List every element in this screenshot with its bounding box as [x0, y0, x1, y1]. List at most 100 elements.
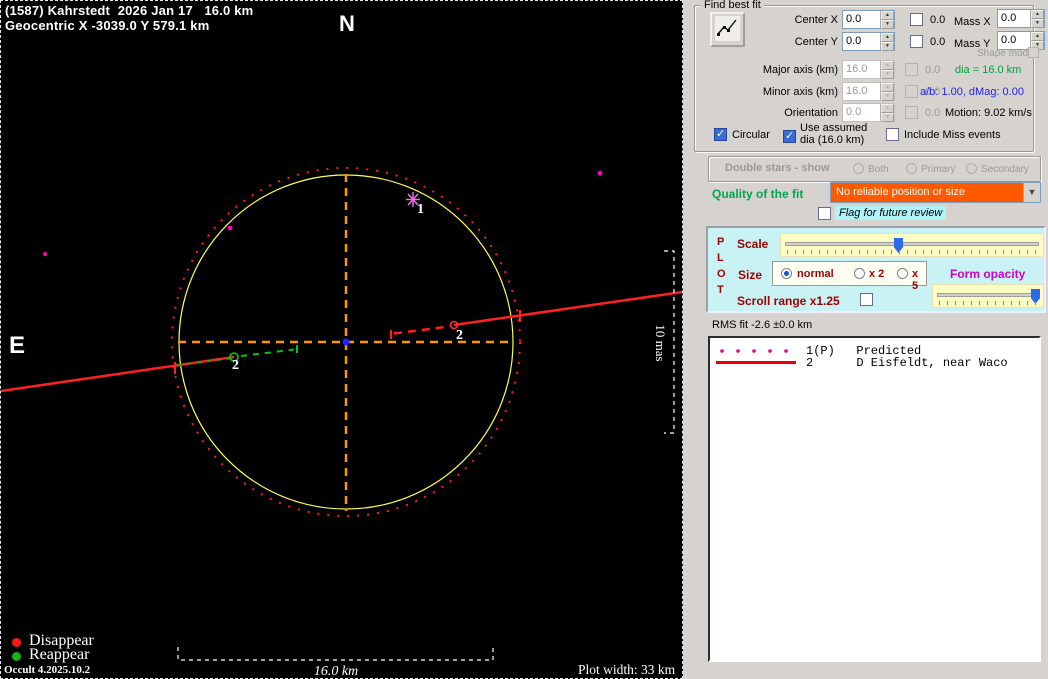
plot-title-line2: Geocentric X -3039.0 Y 579.1 km	[5, 18, 210, 33]
find-best-fit-button[interactable]	[710, 12, 745, 47]
center-y-fix-checkbox[interactable]	[910, 35, 923, 48]
plot-controls-panel: P L O T Scale Size normal x 2 x 5 Form o…	[706, 226, 1046, 313]
center-y-spinner[interactable]: 0.0 ▲ ▼	[842, 32, 895, 51]
marker1-label: 1	[417, 202, 424, 217]
minor-axis-spinner[interactable]: 16.0 ▲ ▼	[842, 82, 895, 101]
km-scale-bracket	[177, 647, 494, 661]
orientation-fix-checkbox[interactable]	[905, 106, 918, 119]
center-x-down-icon: ▼	[881, 20, 894, 29]
use-assumed-dia-checkbox[interactable]	[783, 130, 796, 143]
double-both-radio[interactable]	[853, 163, 864, 174]
size-label: Size	[738, 268, 763, 282]
center-x-sigma: 0.0	[930, 14, 946, 26]
minor-axis-up-icon: ▲	[881, 83, 894, 92]
plot-width-label: Plot width: 33 km	[578, 662, 676, 677]
app-version-label: Occult 4.2025.10.2	[4, 664, 91, 676]
legend-row-predicted[interactable]: 1(P) Predicted	[710, 344, 1039, 358]
center-y-down-icon: ▼	[881, 42, 894, 51]
find-best-fit-title: Find best fit	[701, 0, 764, 11]
double-primary-radio[interactable]	[906, 163, 917, 174]
major-axis-fix-checkbox[interactable]	[905, 63, 918, 76]
form-opacity-ticks	[939, 301, 1037, 305]
major-axis-sigma: 0.0	[925, 64, 941, 76]
fit-chart-icon	[715, 15, 740, 41]
circular-checkbox[interactable]	[714, 128, 727, 141]
center-y-label: Center Y	[794, 36, 838, 48]
scroll-range-label: Scroll range x1.25	[737, 294, 840, 308]
center-y-up-icon: ▲	[881, 33, 894, 42]
plot-letter-t: T	[717, 284, 724, 296]
rms-fit-readout: RMS fit -2.6 ±0.0 km	[712, 319, 813, 331]
center-x-spinner[interactable]: 0.0 ▲ ▼	[842, 10, 895, 29]
ab-dmag-readout: a/b: 1.00, dMag: 0.00	[920, 86, 1024, 98]
double-secondary-radio[interactable]	[966, 163, 977, 174]
legend-row-chord2[interactable]: 2 D Eisfeldt, near Waco	[710, 356, 1039, 370]
scale-slider-track[interactable]	[785, 242, 1039, 246]
orientation-spinner[interactable]: 0.0 ▲ ▼	[842, 103, 895, 122]
scale-slider[interactable]	[780, 233, 1044, 257]
flag-review-checkbox[interactable]	[818, 207, 831, 220]
quality-dropdown[interactable]: No reliable position or size ▼	[830, 182, 1041, 203]
center-x-label: Center X	[794, 14, 838, 26]
reappear-uncertainty-dashes	[240, 348, 295, 357]
body-center-point[interactable]	[342, 338, 350, 346]
form-opacity-slider[interactable]	[932, 284, 1044, 308]
minor-axis-fix-checkbox[interactable]	[905, 85, 918, 98]
mass-x-spinner[interactable]: 0.0 ▲ ▼	[997, 9, 1045, 28]
form-opacity-label: Form opacity	[950, 267, 1026, 281]
orientation-sigma: 0.0	[925, 107, 941, 119]
reappear-legend-label: Reappear	[29, 646, 90, 663]
dropdown-arrow-icon[interactable]: ▼	[1023, 183, 1040, 202]
scroll-range-checkbox[interactable]	[860, 293, 873, 306]
north-label: N	[339, 11, 355, 36]
include-miss-label: Include Miss events	[904, 129, 1001, 141]
use-assumed-dia-label: Use assumed dia (16.0 km)	[800, 122, 868, 146]
star-dot-3	[43, 252, 47, 256]
plot-title-line1: (1587) Kahrstedt 2026 Jan 17 16.0 km	[5, 3, 254, 18]
east-label: E	[9, 332, 26, 359]
disappear-uncertainty-dashes	[393, 325, 450, 335]
scale-slider-ticks	[787, 250, 1037, 254]
minor-axis-label: Minor axis (km)	[762, 86, 838, 98]
predicted-dotted-swatch	[720, 349, 788, 353]
chord2-line-swatch	[716, 361, 796, 364]
major-axis-label: Major axis (km)	[762, 64, 838, 76]
occult-app-window: (1587) Kahrstedt 2026 Jan 17 16.0 km Geo…	[0, 0, 1048, 679]
form-opacity-track[interactable]	[937, 293, 1039, 297]
mass-x-up-icon: ▲	[1031, 10, 1044, 19]
size-x5-radio[interactable]	[897, 268, 908, 279]
shape-model-checkbox[interactable]	[1028, 47, 1039, 58]
size-x5-label: x 5	[912, 268, 919, 292]
size-normal-radio[interactable]	[781, 268, 792, 279]
chord2-line-right	[453, 290, 682, 327]
km-scale-label: 16.0 km	[313, 664, 359, 679]
mass-x-label: Mass X	[954, 16, 991, 28]
marker2-right-label: 2	[456, 328, 463, 343]
size-radio-group: normal x 2 x 5	[772, 261, 927, 292]
circular-label: Circular	[732, 129, 770, 141]
orientation-down-icon: ▼	[881, 113, 894, 122]
quality-label: Quality of the fit	[712, 187, 804, 201]
include-miss-checkbox[interactable]	[886, 128, 899, 141]
size-x2-radio[interactable]	[854, 268, 865, 279]
orientation-label: Orientation	[784, 107, 838, 119]
plot-letter-p: P	[717, 236, 725, 248]
predicted-star-center	[411, 197, 415, 202]
marker2-left-label: 2	[232, 358, 239, 373]
plot-area[interactable]: (1587) Kahrstedt 2026 Jan 17 16.0 km Geo…	[0, 0, 683, 679]
mass-y-up-icon: ▲	[1031, 32, 1044, 41]
scale-label: Scale	[737, 237, 769, 251]
fit-legend-listbox[interactable]: 1(P) Predicted 2 D Eisfeldt, near Waco	[708, 336, 1041, 662]
major-axis-spinner[interactable]: 16.0 ▲ ▼	[842, 60, 895, 79]
star-dot-2	[597, 170, 603, 176]
plot-canvas[interactable]	[1, 1, 682, 678]
disappear-dot-icon	[12, 638, 21, 647]
double-stars-group: Double stars - show Both Primary Seconda…	[708, 156, 1041, 182]
flag-review-label: Flag for future review	[835, 206, 947, 220]
motion-readout: Motion: 9.02 km/s	[945, 107, 1032, 119]
size-normal-label: normal	[797, 268, 834, 280]
mas-scale-label: 10 mas	[653, 324, 668, 362]
center-x-fix-checkbox[interactable]	[910, 13, 923, 26]
center-y-sigma: 0.0	[930, 36, 946, 48]
orientation-up-icon: ▲	[881, 104, 894, 113]
